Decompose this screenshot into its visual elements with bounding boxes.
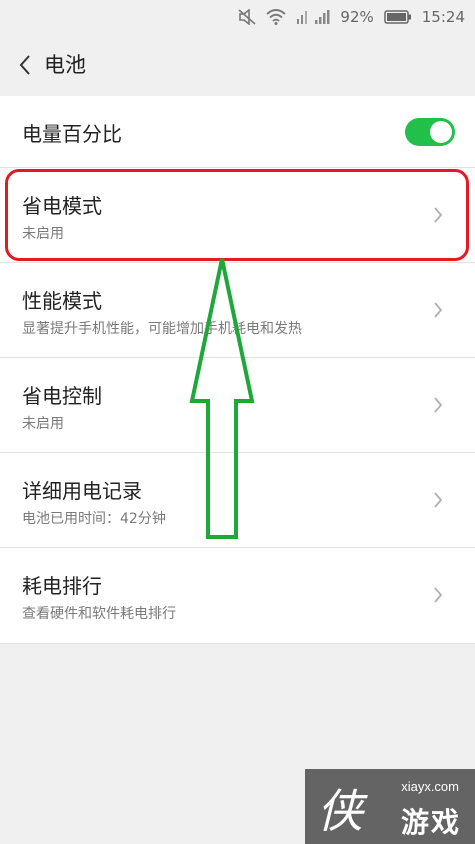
item-title: 耗电排行: [22, 574, 102, 598]
battery-icon: [384, 10, 412, 24]
battery-percentage-label: 电量百分比: [22, 122, 122, 146]
item-subtitle: 电池已用时间：42分钟: [22, 511, 166, 527]
battery-percent: 92%: [340, 8, 374, 26]
item-subtitle: 未启用: [22, 416, 64, 432]
chevron-right-icon: [433, 301, 443, 319]
status-bar: 92% 15:24: [0, 0, 475, 34]
settings-item-power-ranking[interactable]: 耗电排行 查看硬件和软件耗电排行: [0, 548, 475, 644]
watermark-name: 游戏: [400, 806, 461, 839]
item-title: 省电控制: [22, 384, 102, 408]
item-title: 详细用电记录: [22, 479, 142, 503]
mute-icon: [238, 9, 256, 25]
signal-icon: [296, 9, 330, 25]
chevron-right-icon: [433, 491, 443, 509]
item-subtitle: 显著提升手机性能，可能增加手机耗电和发热: [22, 321, 302, 337]
toggle-knob: [430, 121, 452, 143]
wifi-icon: [266, 9, 287, 25]
item-title: 性能模式: [22, 289, 102, 313]
watermark-logo: 侠: [317, 784, 363, 838]
chevron-right-icon: [433, 396, 443, 414]
watermark: 侠 xiayx.com 游戏: [305, 769, 475, 844]
item-subtitle: 查看硬件和软件耗电排行: [22, 606, 176, 622]
settings-item-power-saving-mode[interactable]: 省电模式 未启用: [0, 168, 475, 263]
item-subtitle: 未启用: [22, 226, 64, 242]
chevron-right-icon: [433, 206, 443, 224]
chevron-right-icon: [433, 586, 443, 604]
app-bar: 电池: [0, 34, 475, 96]
clock: 15:24: [421, 8, 465, 26]
battery-percentage-row[interactable]: 电量百分比: [0, 96, 475, 168]
divider: [0, 643, 475, 644]
item-title: 省电模式: [22, 194, 102, 218]
watermark-site: xiayx.com: [401, 779, 459, 794]
page-title: 电池: [44, 53, 86, 77]
chevron-left-icon[interactable]: [18, 54, 32, 76]
up-arrow-annotation: [189, 258, 255, 539]
battery-percentage-toggle[interactable]: [405, 118, 455, 146]
